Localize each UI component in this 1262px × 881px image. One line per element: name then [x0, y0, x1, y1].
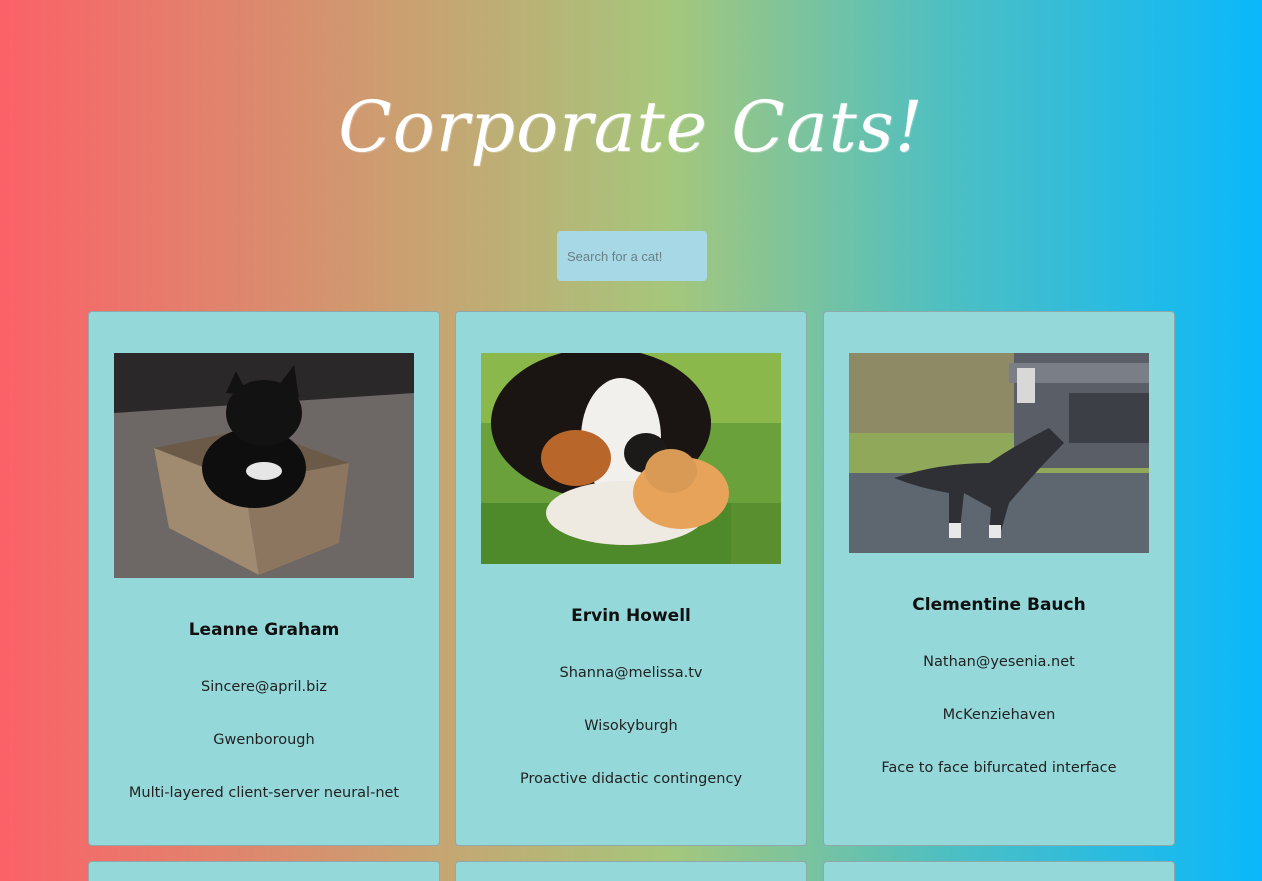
- card-email: Nathan@yesenia.net: [923, 654, 1075, 670]
- card-email: Shanna@melissa.tv: [559, 665, 703, 681]
- card-city: Wisokyburgh: [584, 718, 678, 734]
- page-title: Corporate Cats!: [338, 86, 924, 168]
- card-name: Ervin Howell: [571, 606, 691, 626]
- cat-card: Leanne Graham Sincere@april.biz Gwenboro…: [88, 311, 440, 846]
- search-box: [557, 231, 707, 281]
- card-name: Clementine Bauch: [912, 595, 1086, 615]
- card-name: Leanne Graham: [188, 620, 340, 640]
- card-catchphrase: Multi-layered client-server neural-net: [128, 785, 400, 801]
- cat-card: [455, 861, 807, 881]
- card-catchphrase: Face to face bifurcated interface: [881, 760, 1117, 776]
- card-catchphrase: Proactive didactic contingency: [519, 771, 743, 787]
- cat-card: Ervin Howell Shanna@melissa.tv Wisokybur…: [455, 311, 807, 846]
- cat-card: Clementine Bauch Nathan@yesenia.net McKe…: [823, 311, 1175, 846]
- cat-photo: [481, 353, 781, 564]
- search-input[interactable]: [557, 231, 707, 281]
- card-city: Gwenborough: [213, 732, 315, 748]
- card-city: McKenziehaven: [942, 707, 1056, 723]
- cat-card: [823, 861, 1175, 881]
- cat-card: [88, 861, 440, 881]
- cat-photo: [849, 353, 1149, 553]
- cat-photo: [114, 353, 414, 578]
- card-email: Sincere@april.biz: [201, 679, 327, 695]
